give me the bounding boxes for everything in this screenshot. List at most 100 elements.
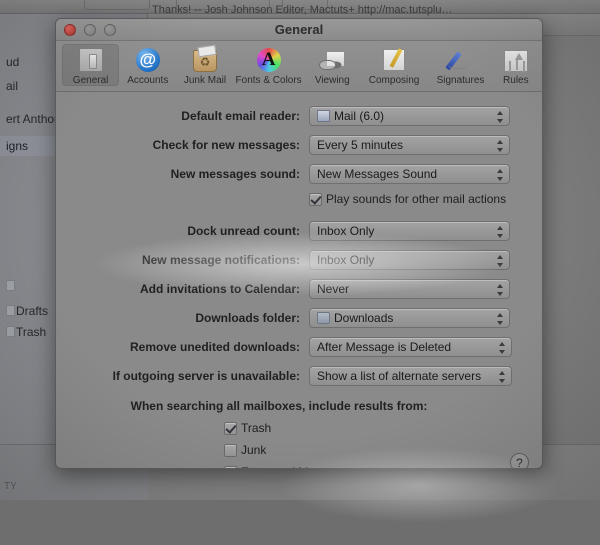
chevron-updown-icon <box>497 225 504 239</box>
label-new-message-notifications: New message notifications: <box>141 252 300 267</box>
search-scope-checkboxes: Trash Junk Encrypted Messages <box>56 417 542 468</box>
junk-bag-icon <box>191 46 219 74</box>
select-value: Inbox Only <box>317 223 375 238</box>
glasses-icon <box>318 46 346 74</box>
toolbar-item-junk-mail[interactable]: Junk Mail <box>176 44 233 86</box>
junk-checkbox[interactable] <box>224 443 237 457</box>
mailbox-icon <box>6 326 15 337</box>
sidebar-footer-label: TY <box>4 481 17 492</box>
label-add-invitations-to-calendar: Add invitations to Calendar: <box>139 281 300 296</box>
chevron-updown-icon <box>497 168 504 182</box>
new-message-notifications-select[interactable]: Inbox Only <box>309 249 510 270</box>
row-play-sounds: Play sounds for other mail actions <box>56 188 542 210</box>
row-encrypted-messages-checkbox: Encrypted Messages <box>224 461 542 468</box>
row-new-message-notifications: New message notifications: Inbox Only <box>56 245 542 274</box>
mailbox-icon <box>6 280 15 291</box>
label-check-for-new-messages: Check for new messages: <box>152 137 300 152</box>
junk-label: Junk <box>241 443 267 457</box>
row-check-for-new-messages: Check for new messages: Every 5 minutes <box>56 130 542 159</box>
branching-arrows-icon <box>502 46 530 74</box>
row-junk-checkbox: Junk <box>224 439 542 461</box>
general-preferences-window: General General @ Accounts Junk Mail A F… <box>55 18 543 469</box>
toolbar-item-general[interactable]: General <box>62 44 120 86</box>
at-sign-icon: @ <box>134 46 162 74</box>
toolbar-item-signatures[interactable]: Signatures <box>427 44 493 86</box>
chevron-updown-icon <box>497 139 504 153</box>
select-value: Mail (6.0) <box>334 108 385 123</box>
select-value: Show a list of alternate servers <box>317 368 482 383</box>
toolbar-item-label: Composing <box>368 75 420 86</box>
label-downloads-folder: Downloads folder: <box>195 310 300 325</box>
downloads-folder-select[interactable]: Downloads <box>309 307 510 328</box>
label-dock-unread-count: Dock unread count: <box>187 223 300 238</box>
select-value: Downloads <box>334 310 394 325</box>
dock-unread-count-select[interactable]: Inbox Only <box>309 220 510 241</box>
toolbar-item-label: Signatures <box>436 75 485 86</box>
row-trash-checkbox: Trash <box>224 417 542 439</box>
row-outgoing-server-unavailable: If outgoing server is unavailable: Show … <box>56 361 542 390</box>
preferences-toolbar: General @ Accounts Junk Mail A Fonts & C… <box>56 41 542 92</box>
sidebar-item-label: ert Anthon <box>6 112 61 126</box>
help-button[interactable]: ? <box>510 453 529 468</box>
play-sounds-checkbox[interactable] <box>309 192 322 206</box>
encrypted-messages-label: Encrypted Messages <box>241 465 353 468</box>
select-value: Every 5 minutes <box>317 137 404 152</box>
trash-label: Trash <box>241 421 272 435</box>
chevron-updown-icon <box>497 110 504 124</box>
chevron-updown-icon <box>497 254 504 268</box>
toolbar-item-label: Junk Mail <box>183 75 227 86</box>
chevron-updown-icon <box>497 283 504 297</box>
play-sounds-label: Play sounds for other mail actions <box>326 192 507 206</box>
zoom-button[interactable] <box>104 24 116 36</box>
label-default-email-reader: Default email reader: <box>181 108 300 123</box>
label-new-messages-sound: New messages sound: <box>170 166 300 181</box>
row-downloads-folder: Downloads folder: Downloads <box>56 303 542 332</box>
row-dock-unread-count: Dock unread count: Inbox Only <box>56 216 542 245</box>
toolbar-item-accounts[interactable]: @ Accounts <box>119 44 176 86</box>
toolbar-item-rules[interactable]: Rules <box>494 44 538 86</box>
new-messages-sound-select[interactable]: New Messages Sound <box>309 163 510 184</box>
toolbar-item-composing[interactable]: Composing <box>361 44 427 86</box>
sidebar-item-label: ail <box>6 79 19 93</box>
select-value: Never <box>317 281 350 296</box>
general-settings-form: Default email reader: Mail (6.0) Check f… <box>56 92 542 468</box>
label-outgoing-server-unavailable: If outgoing server is unavailable: <box>112 368 300 383</box>
window-titlebar[interactable]: General <box>56 19 542 41</box>
fountain-pen-icon <box>446 46 474 74</box>
toolbar-item-label: General <box>72 75 109 86</box>
chevron-updown-icon <box>499 341 506 355</box>
toolbar-item-fonts-colors[interactable]: A Fonts & Colors <box>234 44 304 86</box>
folder-icon <box>317 311 330 324</box>
toolbar-item-label: Fonts & Colors <box>235 75 302 86</box>
default-email-reader-select[interactable]: Mail (6.0) <box>309 105 510 126</box>
remove-unedited-downloads-select[interactable]: After Message is Deleted <box>309 336 512 357</box>
sidebar-item-label: Drafts <box>16 304 49 318</box>
row-remove-unedited-downloads: Remove unedited downloads: After Message… <box>56 332 542 361</box>
row-default-email-reader: Default email reader: Mail (6.0) <box>56 101 542 130</box>
font-color-wheel-icon: A <box>255 46 283 74</box>
mail-app-icon <box>317 109 330 122</box>
minimize-button[interactable] <box>84 24 96 36</box>
general-switch-icon <box>77 46 105 74</box>
row-add-invitations-to-calendar: Add invitations to Calendar: Never <box>56 274 542 303</box>
label-remove-unedited-downloads: Remove unedited downloads: <box>129 339 300 354</box>
toolbar-item-label: Viewing <box>314 75 350 86</box>
toolbar-item-label: Accounts <box>127 75 169 86</box>
mailbox-icon <box>6 305 15 316</box>
add-invitations-to-calendar-select[interactable]: Never <box>309 278 510 299</box>
check-for-new-messages-select[interactable]: Every 5 minutes <box>309 134 510 155</box>
row-new-messages-sound: New messages sound: New Messages Sound <box>56 159 542 188</box>
close-button[interactable] <box>64 24 76 36</box>
background-toolbar-button-group-1[interactable] <box>84 0 150 10</box>
toolbar-item-viewing[interactable]: Viewing <box>304 44 361 86</box>
select-value: After Message is Deleted <box>317 339 452 354</box>
sidebar-item-label: igns <box>6 139 29 153</box>
sidebar-item-label: Trash <box>16 325 47 339</box>
encrypted-messages-checkbox[interactable] <box>224 465 237 468</box>
trash-checkbox[interactable] <box>224 421 237 435</box>
chevron-updown-icon <box>497 312 504 326</box>
toolbar-item-label: Rules <box>503 75 529 86</box>
select-value: New Messages Sound <box>317 166 438 181</box>
outgoing-server-unavailable-select[interactable]: Show a list of alternate servers <box>309 365 512 386</box>
message-preview-text: Thanks! -- Josh Johnson Editor, Mactuts+… <box>152 4 453 16</box>
